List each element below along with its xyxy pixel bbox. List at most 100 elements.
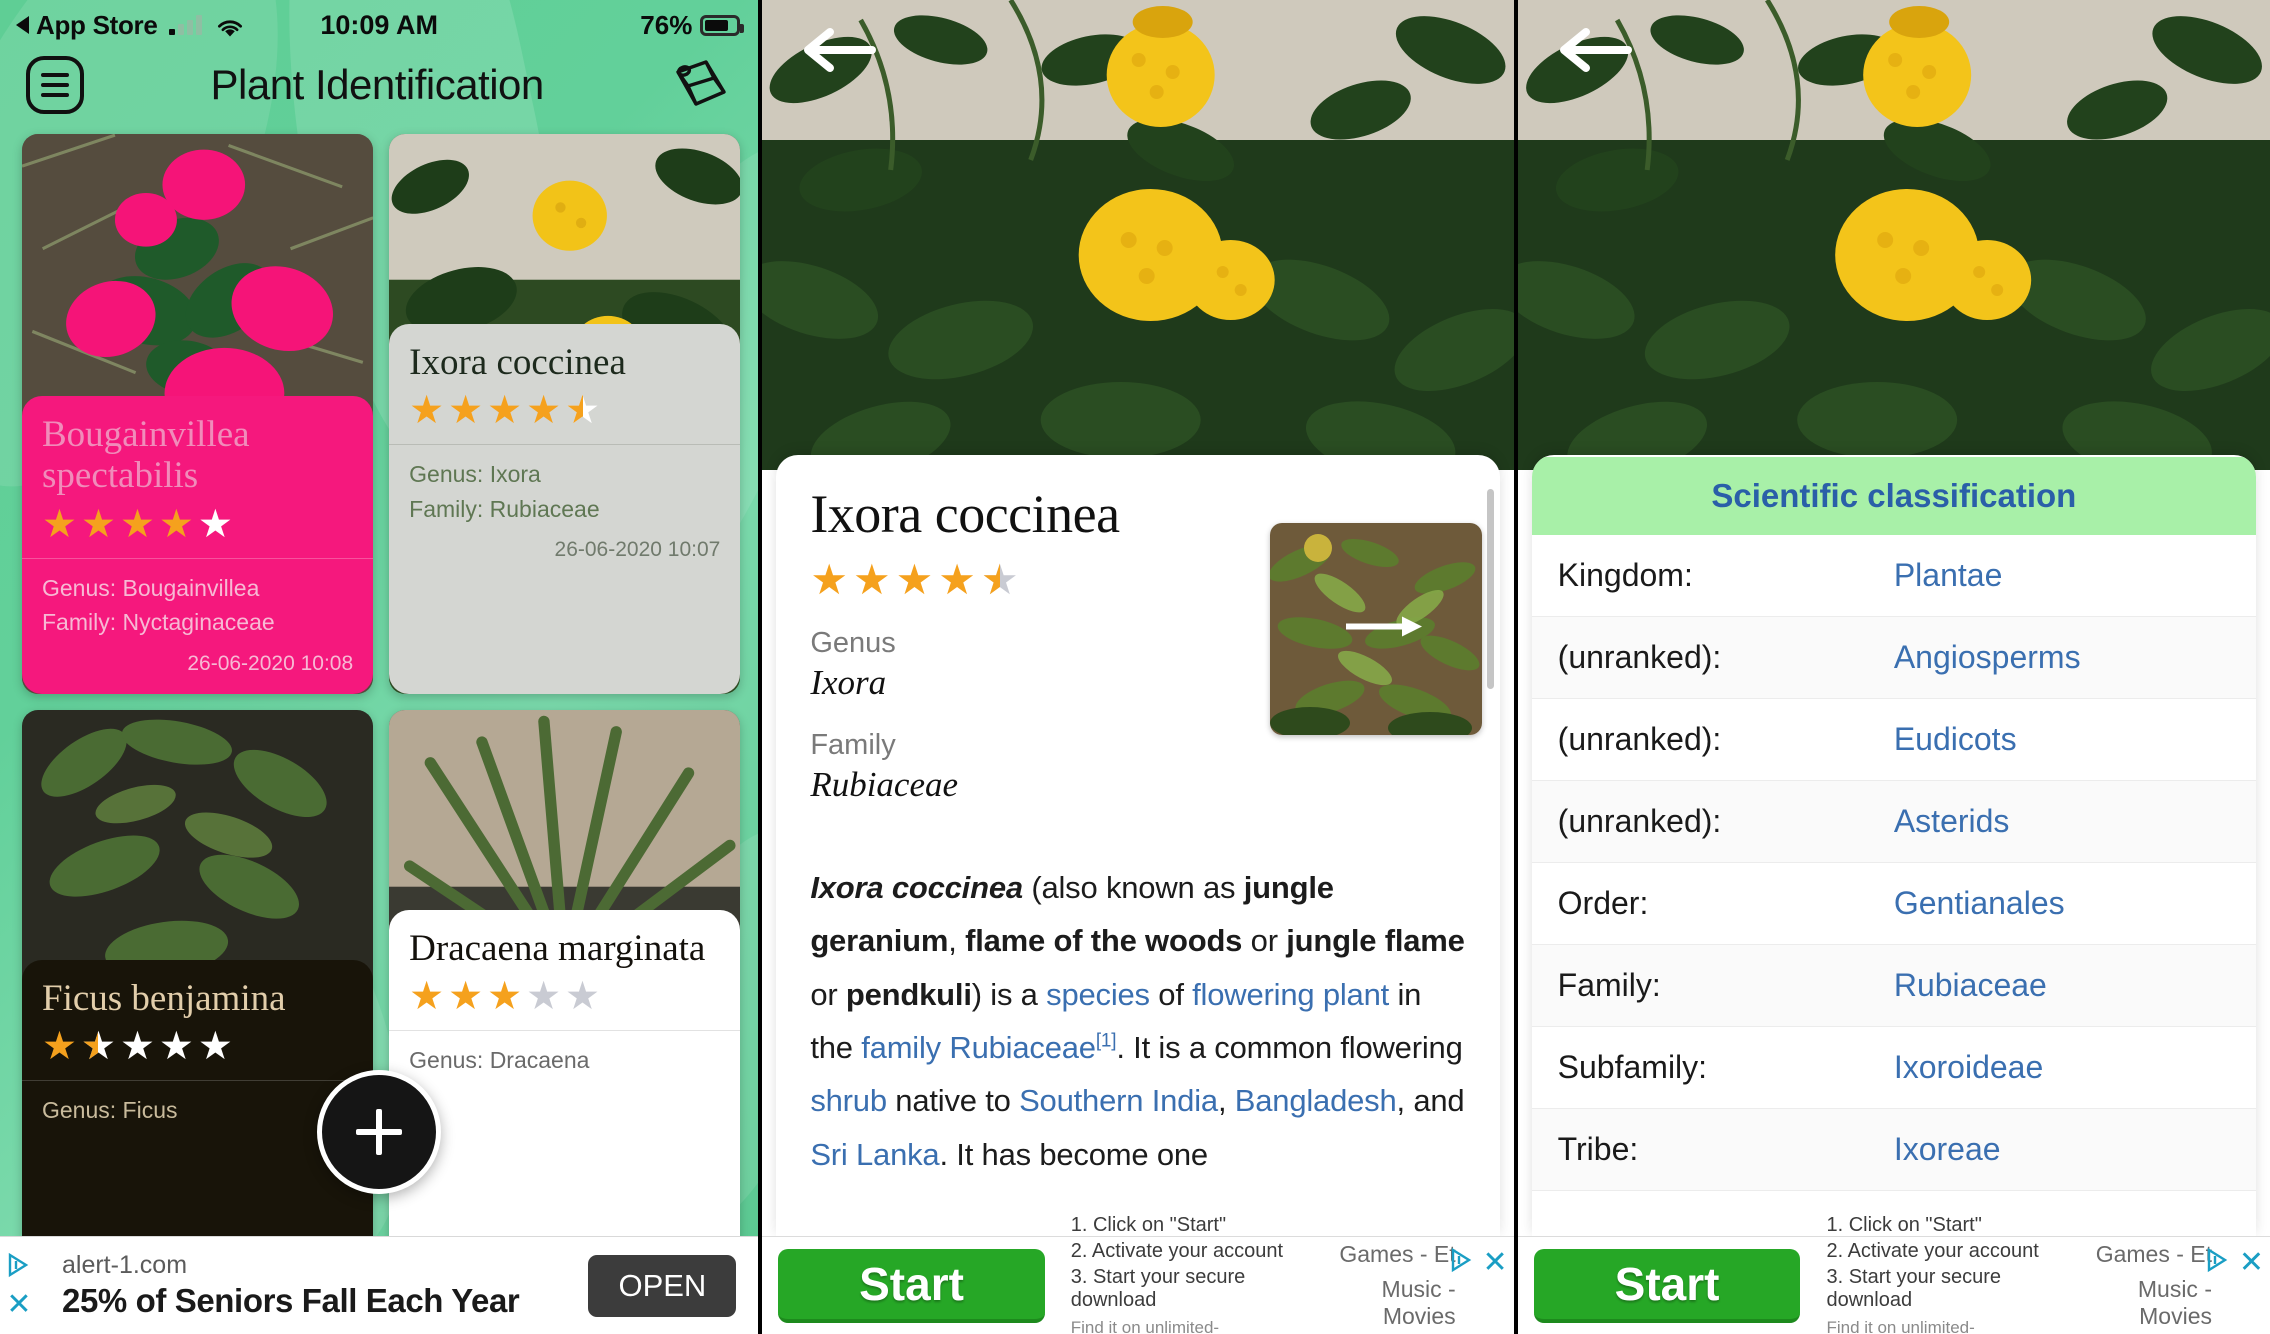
desc-common-name: flame of the woods bbox=[965, 923, 1243, 959]
ad-headline: 25% of Seniors Fall Each Year bbox=[62, 1282, 520, 1319]
adchoices-icon[interactable] bbox=[1449, 1247, 1475, 1278]
rank-value[interactable]: Rubiaceae bbox=[1894, 967, 2047, 1004]
rank-value[interactable]: Ixoreae bbox=[1894, 1131, 2001, 1168]
detail-content: Ixora coccinea ★★★★★★ Genus Ixora Family… bbox=[776, 455, 1499, 1181]
desc-binomial: Ixora coccinea bbox=[810, 870, 1023, 905]
desc-link-bangladesh[interactable]: Bangladesh bbox=[1235, 1083, 1397, 1118]
ad-categories: Games - Et Music - Movies bbox=[1315, 1241, 1456, 1330]
desc-text: (also known as bbox=[1022, 870, 1244, 905]
rank-value[interactable]: Angiosperms bbox=[1894, 639, 2081, 676]
detail-family-row: Family Rubiaceae bbox=[810, 729, 1465, 805]
desc-text: ) is a bbox=[971, 976, 1047, 1012]
detail-description: Ixora coccinea (also known as jungle ger… bbox=[810, 861, 1465, 1181]
plant-card[interactable]: Ficus benjamina ★★★★★★ Genus: Ficus bbox=[22, 710, 374, 1270]
panel-plant-detail: Ixora coccinea ★★★★★★ Genus Ixora Family… bbox=[762, 0, 1514, 1334]
desc-link-southern-india[interactable]: Southern India bbox=[1019, 1083, 1218, 1118]
desc-link-flowering-plant[interactable]: flowering plant bbox=[1192, 977, 1389, 1012]
plant-name: Ficus benjamina bbox=[42, 978, 286, 1019]
ad-banner[interactable]: Start 1. Click on "Start" 2. Activate yo… bbox=[762, 1214, 1514, 1334]
table-row: Tribe: Ixoreae bbox=[1531, 1109, 2256, 1191]
hamburger-menu-icon[interactable] bbox=[26, 56, 84, 114]
ad-controls: ✕ bbox=[2205, 1247, 2264, 1278]
adchoices-icon[interactable] bbox=[6, 1252, 32, 1278]
ad-category-1: Games - Et bbox=[1339, 1241, 1456, 1267]
plant-card[interactable]: Dracaena marginata ★ ★ ★ ★ ★ Genus: Dracaena bbox=[389, 710, 741, 1270]
close-icon[interactable]: ✕ bbox=[6, 1289, 31, 1320]
plant-card[interactable]: Ixora coccinea ★★★★★★ Genus: Ixora Famil… bbox=[389, 134, 741, 694]
desc-text: or bbox=[1242, 923, 1287, 959]
rank-value[interactable]: Plantae bbox=[1894, 557, 2003, 594]
ad-fine-print: Find it on unlimited-downloads.net bbox=[1826, 1317, 1975, 1334]
ad-start-button[interactable]: Start bbox=[1533, 1248, 1801, 1323]
table-row: Subfamily: Ixoroideae bbox=[1531, 1027, 2256, 1109]
desc-common-name: pendkuli bbox=[845, 976, 972, 1012]
ad-category-1: Games - Et bbox=[2095, 1241, 2212, 1267]
rank-label: Kingdom: bbox=[1557, 557, 1693, 593]
ad-controls: ✕ bbox=[6, 1252, 32, 1320]
desc-link-sri-lanka[interactable]: Sri Lanka bbox=[810, 1137, 939, 1172]
desc-link-shrub[interactable]: shrub bbox=[810, 1083, 887, 1118]
ixora-leaves-thumbnail[interactable] bbox=[1269, 523, 1482, 735]
table-row: Family: Rubiaceae bbox=[1531, 945, 2256, 1027]
panel-app-home: App Store 10:09 AM 76% Plant Identificat… bbox=[0, 0, 759, 1334]
rank-label: Subfamily: bbox=[1557, 1049, 1708, 1085]
plant-card[interactable]: Bougainvillea spectabilis ★ ★ ★ ★ ★ Genus: B… bbox=[22, 134, 374, 694]
plant-genus: Genus: Ixora bbox=[409, 461, 541, 488]
classification-header: Scientific classification bbox=[1531, 457, 2256, 535]
desc-text: , bbox=[1217, 1083, 1235, 1119]
table-row: (unranked): Asterids bbox=[1531, 781, 2256, 863]
ad-banner[interactable]: ✕ alert-1.com 25% of Seniors Fall Each Y… bbox=[0, 1236, 759, 1334]
ad-domain: alert-1.com bbox=[62, 1251, 188, 1279]
desc-text: of bbox=[1149, 976, 1193, 1012]
plant-genus: Genus: Dracaena bbox=[409, 1047, 590, 1074]
rank-value[interactable]: Eudicots bbox=[1894, 721, 2017, 758]
ad-step-2: 2. Activate your account bbox=[1070, 1239, 1284, 1262]
ad-banner[interactable]: Start 1. Click on "Start" 2. Activate yo… bbox=[1517, 1214, 2270, 1334]
desc-common-name: jungle flame bbox=[1286, 923, 1465, 959]
ad-step-1: 1. Click on "Start" bbox=[1070, 1213, 1227, 1236]
classification-table: Scientific classification Kingdom: Plant… bbox=[1531, 457, 2256, 1191]
back-arrow-icon[interactable] bbox=[1556, 24, 1632, 76]
desc-link-family-rubiaceae[interactable]: family Rubiaceae bbox=[861, 1030, 1096, 1065]
plant-card-info: Dracaena marginata ★ ★ ★ ★ ★ Genus: Dracaena bbox=[389, 910, 741, 1270]
table-row: Kingdom: Plantae bbox=[1531, 535, 2256, 617]
desc-text: or bbox=[810, 976, 846, 1012]
desc-link-species[interactable]: species bbox=[1046, 977, 1150, 1012]
desc-reference[interactable]: [1] bbox=[1096, 1031, 1117, 1052]
ad-controls: ✕ bbox=[1449, 1247, 1508, 1278]
status-bar: App Store 10:09 AM 76% bbox=[0, 0, 758, 46]
pencil-icon[interactable] bbox=[670, 56, 732, 114]
ad-step-3: 3. Start your secure download bbox=[1070, 1265, 1246, 1311]
ad-open-button[interactable]: OPEN bbox=[588, 1254, 737, 1317]
rank-value[interactable]: Ixoroideae bbox=[1894, 1049, 2043, 1086]
detail-sheet: Ixora coccinea ★★★★★★ Genus Ixora Family… bbox=[776, 455, 1500, 1236]
three-panel-screenshot: App Store 10:09 AM 76% Plant Identificat… bbox=[0, 0, 2270, 1334]
back-arrow-icon[interactable] bbox=[800, 24, 877, 76]
rating-stars: ★★★★★★ bbox=[409, 389, 600, 433]
close-icon[interactable]: ✕ bbox=[1483, 1247, 1508, 1278]
rating-stars: ★ ★ ★ ★ ★ bbox=[42, 502, 233, 546]
detail-family-value: Rubiaceae bbox=[810, 765, 959, 804]
arrow-annotation-icon bbox=[1345, 614, 1426, 645]
rank-label: Order: bbox=[1557, 885, 1649, 921]
plant-name: Bougainvillea spectabilis bbox=[42, 414, 250, 497]
ad-category-2: Music - Movies bbox=[2137, 1276, 2212, 1329]
close-icon[interactable]: ✕ bbox=[2239, 1247, 2264, 1278]
plant-family: Family: Nyctaginaceae bbox=[42, 609, 275, 636]
adchoices-icon[interactable] bbox=[2205, 1247, 2231, 1278]
plant-card-info: Ixora coccinea ★★★★★★ Genus: Ixora Famil… bbox=[389, 324, 741, 694]
rank-value[interactable]: Gentianales bbox=[1894, 885, 2065, 922]
plant-timestamp: 26-06-2020 10:07 bbox=[554, 538, 721, 562]
rank-value[interactable]: Asterids bbox=[1894, 803, 2010, 840]
ad-category-2: Music - Movies bbox=[1381, 1276, 1456, 1329]
ad-start-button[interactable]: Start bbox=[778, 1248, 1045, 1323]
scrollbar[interactable] bbox=[1486, 489, 1494, 689]
ad-step-2: 2. Activate your account bbox=[1826, 1239, 2039, 1262]
classification-sheet: Scientific classification Kingdom: Plant… bbox=[1531, 455, 2256, 1236]
divider bbox=[389, 444, 741, 446]
rank-label: (unranked): bbox=[1557, 639, 1722, 675]
ad-steps: 1. Click on "Start" 2. Activate your acc… bbox=[1826, 1214, 2070, 1334]
add-plant-button[interactable] bbox=[317, 1070, 442, 1194]
ad-fine-print: Find it on unlimited-downloads.net bbox=[1070, 1317, 1220, 1334]
rank-label: Family: bbox=[1557, 967, 1661, 1003]
